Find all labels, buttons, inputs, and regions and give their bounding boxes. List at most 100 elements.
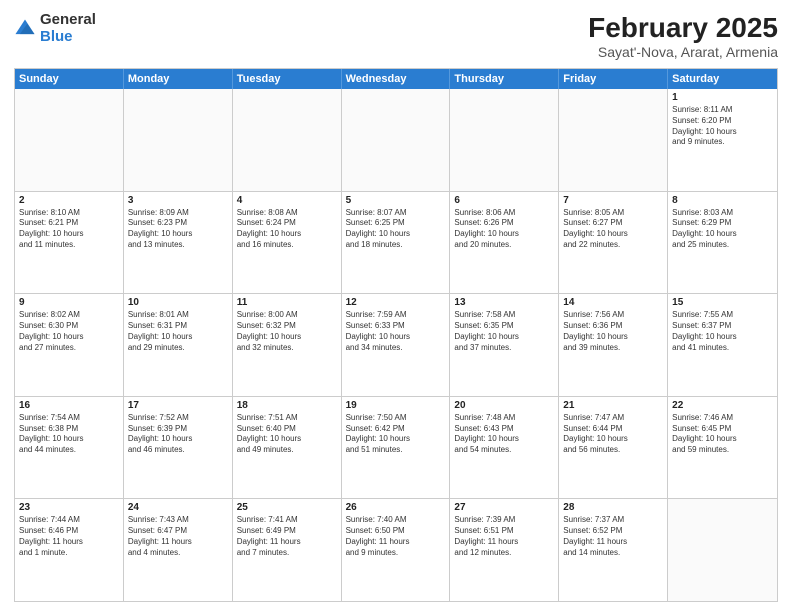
day-info: Sunrise: 7:46 AM Sunset: 6:45 PM Dayligh… — [672, 413, 773, 456]
day-info: Sunrise: 8:09 AM Sunset: 6:23 PM Dayligh… — [128, 208, 228, 251]
header: General Blue February 2025 Sayat'-Nova, … — [14, 12, 778, 60]
calendar-cell-day-6: 6 Sunrise: 8:06 AM Sunset: 6:26 PM Daylig… — [450, 192, 559, 294]
calendar-cell-empty — [124, 89, 233, 191]
title-month: February 2025 — [588, 12, 778, 44]
calendar-cell-day-1: 1 Sunrise: 8:11 AM Sunset: 6:20 PM Daylig… — [668, 89, 777, 191]
day-number: 1 — [672, 92, 773, 103]
calendar-cell-day-18: 18 Sunrise: 7:51 AM Sunset: 6:40 PM Dayli… — [233, 397, 342, 499]
day-info: Sunrise: 8:00 AM Sunset: 6:32 PM Dayligh… — [237, 310, 337, 353]
calendar-cell-day-20: 20 Sunrise: 7:48 AM Sunset: 6:43 PM Dayli… — [450, 397, 559, 499]
calendar-cell-day-3: 3 Sunrise: 8:09 AM Sunset: 6:23 PM Daylig… — [124, 192, 233, 294]
calendar-cell-day-26: 26 Sunrise: 7:40 AM Sunset: 6:50 PM Dayli… — [342, 499, 451, 601]
day-info: Sunrise: 7:48 AM Sunset: 6:43 PM Dayligh… — [454, 413, 554, 456]
calendar-cell-day-4: 4 Sunrise: 8:08 AM Sunset: 6:24 PM Daylig… — [233, 192, 342, 294]
day-info: Sunrise: 7:47 AM Sunset: 6:44 PM Dayligh… — [563, 413, 663, 456]
calendar-cell-day-2: 2Sunrise: 8:10 AM Sunset: 6:21 PM Daylig… — [15, 192, 124, 294]
calendar-cell-empty — [233, 89, 342, 191]
day-number: 13 — [454, 297, 554, 308]
day-info: Sunrise: 8:07 AM Sunset: 6:25 PM Dayligh… — [346, 208, 446, 251]
day-number: 12 — [346, 297, 446, 308]
logo: General Blue — [14, 12, 96, 45]
day-number: 15 — [672, 297, 773, 308]
title-block: February 2025 Sayat'-Nova, Ararat, Armen… — [588, 12, 778, 60]
day-info: Sunrise: 8:10 AM Sunset: 6:21 PM Dayligh… — [19, 208, 119, 251]
day-info: Sunrise: 8:01 AM Sunset: 6:31 PM Dayligh… — [128, 310, 228, 353]
day-info: Sunrise: 8:03 AM Sunset: 6:29 PM Dayligh… — [672, 208, 773, 251]
calendar-cell-day-9: 9 Sunrise: 8:02 AM Sunset: 6:30 PM Daylig… — [15, 294, 124, 396]
calendar-body: 1 Sunrise: 8:11 AM Sunset: 6:20 PM Daylig… — [15, 89, 777, 601]
day-info: Sunrise: 8:02 AM Sunset: 6:30 PM Dayligh… — [19, 310, 119, 353]
calendar-cell-day-19: 19 Sunrise: 7:50 AM Sunset: 6:42 PM Dayli… — [342, 397, 451, 499]
calendar-cell-day-17: 17 Sunrise: 7:52 AM Sunset: 6:39 PM Dayli… — [124, 397, 233, 499]
calendar-row-2: 9 Sunrise: 8:02 AM Sunset: 6:30 PM Daylig… — [15, 293, 777, 396]
day-number: 26 — [346, 502, 446, 513]
day-number: 4 — [237, 195, 337, 206]
day-info: Sunrise: 7:51 AM Sunset: 6:40 PM Dayligh… — [237, 413, 337, 456]
calendar-cell-day-27: 27Sunrise: 7:39 AM Sunset: 6:51 PM Dayli… — [450, 499, 559, 601]
day-info: Sunrise: 8:06 AM Sunset: 6:26 PM Dayligh… — [454, 208, 554, 251]
calendar-cell-day-22: 22Sunrise: 7:46 AM Sunset: 6:45 PM Dayli… — [668, 397, 777, 499]
day-number: 11 — [237, 297, 337, 308]
day-number: 21 — [563, 400, 663, 411]
header-day-sunday: Sunday — [15, 69, 124, 89]
header-day-wednesday: Wednesday — [342, 69, 451, 89]
day-info: Sunrise: 7:40 AM Sunset: 6:50 PM Dayligh… — [346, 515, 446, 558]
day-number: 6 — [454, 195, 554, 206]
day-number: 23 — [19, 502, 119, 513]
day-number: 9 — [19, 297, 119, 308]
day-number: 3 — [128, 195, 228, 206]
day-info: Sunrise: 7:43 AM Sunset: 6:47 PM Dayligh… — [128, 515, 228, 558]
day-info: Sunrise: 7:56 AM Sunset: 6:36 PM Dayligh… — [563, 310, 663, 353]
day-info: Sunrise: 7:59 AM Sunset: 6:33 PM Dayligh… — [346, 310, 446, 353]
day-number: 25 — [237, 502, 337, 513]
calendar-cell-day-24: 24 Sunrise: 7:43 AM Sunset: 6:47 PM Dayli… — [124, 499, 233, 601]
day-info: Sunrise: 7:41 AM Sunset: 6:49 PM Dayligh… — [237, 515, 337, 558]
day-info: Sunrise: 7:37 AM Sunset: 6:52 PM Dayligh… — [563, 515, 663, 558]
calendar: SundayMondayTuesdayWednesdayThursdayFrid… — [14, 68, 778, 602]
header-day-tuesday: Tuesday — [233, 69, 342, 89]
day-number: 5 — [346, 195, 446, 206]
day-number: 7 — [563, 195, 663, 206]
calendar-cell-day-23: 23 Sunrise: 7:44 AM Sunset: 6:46 PM Dayli… — [15, 499, 124, 601]
day-number: 14 — [563, 297, 663, 308]
day-info: Sunrise: 7:58 AM Sunset: 6:35 PM Dayligh… — [454, 310, 554, 353]
header-day-thursday: Thursday — [450, 69, 559, 89]
calendar-cell-day-10: 10Sunrise: 8:01 AM Sunset: 6:31 PM Dayli… — [124, 294, 233, 396]
calendar-cell-day-15: 15Sunrise: 7:55 AM Sunset: 6:37 PM Dayli… — [668, 294, 777, 396]
calendar-cell-day-14: 14 Sunrise: 7:56 AM Sunset: 6:36 PM Dayli… — [559, 294, 668, 396]
calendar-cell-day-11: 11 Sunrise: 8:00 AM Sunset: 6:32 PM Dayli… — [233, 294, 342, 396]
day-info: Sunrise: 7:44 AM Sunset: 6:46 PM Dayligh… — [19, 515, 119, 558]
day-number: 19 — [346, 400, 446, 411]
day-number: 17 — [128, 400, 228, 411]
day-number: 24 — [128, 502, 228, 513]
day-number: 27 — [454, 502, 554, 513]
calendar-cell-day-12: 12 Sunrise: 7:59 AM Sunset: 6:33 PM Dayli… — [342, 294, 451, 396]
header-day-monday: Monday — [124, 69, 233, 89]
calendar-row-0: 1 Sunrise: 8:11 AM Sunset: 6:20 PM Daylig… — [15, 89, 777, 191]
calendar-cell-day-21: 21 Sunrise: 7:47 AM Sunset: 6:44 PM Dayli… — [559, 397, 668, 499]
calendar-cell-empty — [342, 89, 451, 191]
header-day-saturday: Saturday — [668, 69, 777, 89]
day-info: Sunrise: 7:50 AM Sunset: 6:42 PM Dayligh… — [346, 413, 446, 456]
title-location: Sayat'-Nova, Ararat, Armenia — [588, 44, 778, 60]
calendar-cell-day-8: 8Sunrise: 8:03 AM Sunset: 6:29 PM Daylig… — [668, 192, 777, 294]
day-number: 28 — [563, 502, 663, 513]
calendar-row-4: 23 Sunrise: 7:44 AM Sunset: 6:46 PM Dayli… — [15, 498, 777, 601]
day-number: 18 — [237, 400, 337, 411]
calendar-cell-day-13: 13 Sunrise: 7:58 AM Sunset: 6:35 PM Dayli… — [450, 294, 559, 396]
logo-text: General Blue — [40, 12, 96, 45]
calendar-cell-day-5: 5 Sunrise: 8:07 AM Sunset: 6:25 PM Daylig… — [342, 192, 451, 294]
day-info: Sunrise: 8:11 AM Sunset: 6:20 PM Dayligh… — [672, 105, 773, 148]
day-info: Sunrise: 7:52 AM Sunset: 6:39 PM Dayligh… — [128, 413, 228, 456]
calendar-cell-empty — [559, 89, 668, 191]
day-info: Sunrise: 7:54 AM Sunset: 6:38 PM Dayligh… — [19, 413, 119, 456]
day-number: 20 — [454, 400, 554, 411]
calendar-cell-empty — [450, 89, 559, 191]
logo-icon — [14, 18, 36, 40]
calendar-row-3: 16Sunrise: 7:54 AM Sunset: 6:38 PM Dayli… — [15, 396, 777, 499]
calendar-cell-day-7: 7Sunrise: 8:05 AM Sunset: 6:27 PM Daylig… — [559, 192, 668, 294]
calendar-cell-day-16: 16Sunrise: 7:54 AM Sunset: 6:38 PM Dayli… — [15, 397, 124, 499]
day-info: Sunrise: 8:08 AM Sunset: 6:24 PM Dayligh… — [237, 208, 337, 251]
logo-blue: Blue — [40, 29, 96, 46]
page: General Blue February 2025 Sayat'-Nova, … — [0, 0, 792, 612]
